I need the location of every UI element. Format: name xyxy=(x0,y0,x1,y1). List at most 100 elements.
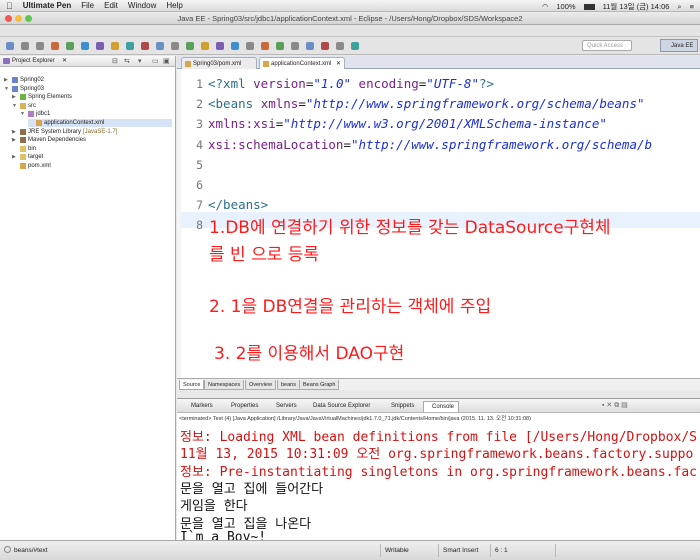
clock[interactable]: 11월 13일 (금) 14:06 xyxy=(603,1,670,12)
toolbar-button-icon[interactable] xyxy=(336,42,344,50)
tab-properties[interactable]: Properties xyxy=(223,401,258,411)
toolbar-button-icon[interactable] xyxy=(261,42,269,50)
quick-access-input[interactable]: Quick Access xyxy=(582,40,632,51)
code-line[interactable]: </beans> xyxy=(208,197,268,212)
line-number: 6 xyxy=(196,178,203,192)
link-editor-icon[interactable]: ⇆ xyxy=(124,56,130,67)
search-icon[interactable]: ⌕ xyxy=(677,2,681,12)
toolbar-button-icon[interactable] xyxy=(321,42,329,50)
status-mode: Writable xyxy=(385,547,409,554)
tree-item[interactable]: ▼ jdbc1 xyxy=(20,110,50,118)
package-icon xyxy=(28,111,34,118)
toolbar-button-icon[interactable] xyxy=(81,42,89,50)
close-tab-icon[interactable]: ✕ xyxy=(336,58,341,70)
tab-beans-graph[interactable]: Beans Graph xyxy=(299,380,340,390)
tab-overview[interactable]: Overview xyxy=(245,380,276,390)
toolbar-button-icon[interactable] xyxy=(351,42,359,50)
menu-file[interactable]: File xyxy=(81,1,94,10)
menu-window[interactable]: Window xyxy=(128,1,156,10)
toolbar-button-icon[interactable] xyxy=(66,42,74,50)
toolbar-button-icon[interactable] xyxy=(126,42,134,50)
explorer-tab[interactable]: Project Explorer ✕ ⊟ ⇆ ▾ ▭ ▣ xyxy=(0,56,175,67)
toolbar-button-icon[interactable] xyxy=(246,42,254,50)
toolbar-button-icon[interactable] xyxy=(276,42,284,50)
minimize-icon[interactable]: ▭ xyxy=(152,56,159,67)
tree-item[interactable]: ▶ Spring02 xyxy=(4,76,44,84)
zoom-window-button[interactable] xyxy=(25,15,32,22)
tree-item[interactable]: ▼ src xyxy=(12,102,36,110)
tab-application-context[interactable]: applicationContext.xml ✕ xyxy=(259,57,345,69)
console-line: 정보: Loading XML bean definitions from fi… xyxy=(180,430,697,445)
collapse-all-icon[interactable]: ⊟ xyxy=(112,56,118,67)
collapsed-arrow-icon[interactable]: ▶ xyxy=(4,76,8,84)
expanded-arrow-icon[interactable]: ▼ xyxy=(4,85,9,93)
tab-source[interactable]: Source xyxy=(179,380,205,390)
tree-item[interactable]: ▶ target xyxy=(12,153,43,161)
collapsed-arrow-icon[interactable]: ▶ xyxy=(12,136,16,144)
toolbar-button-icon[interactable] xyxy=(21,42,29,50)
tree-item[interactable]: ▶ Maven Dependencies xyxy=(12,136,86,144)
tree-item-label: src xyxy=(28,102,36,109)
code-line[interactable]: xsi:schemaLocation="http://www.springfra… xyxy=(208,137,652,152)
tab-markers[interactable]: Markers xyxy=(183,401,213,411)
toolbar-button-icon[interactable] xyxy=(216,42,224,50)
library-icon xyxy=(20,128,26,135)
close-icon[interactable]: ✕ xyxy=(62,56,67,67)
tree-item-label: Spring03 xyxy=(20,85,45,92)
toolbar-button-icon[interactable] xyxy=(156,42,164,50)
code-line[interactable]: <beans xmlns="http://www.springframework… xyxy=(208,96,645,111)
toolbar-button-icon[interactable] xyxy=(231,42,239,50)
tab-beans[interactable]: beans xyxy=(277,380,300,390)
console-view: Markers Properties Servers Data Source E… xyxy=(177,398,700,545)
tab-namespaces[interactable]: Namespaces xyxy=(204,380,245,390)
tab-pom-xml[interactable]: Spring03/pom.xml xyxy=(181,57,257,69)
menu-list-icon[interactable]: ≡ xyxy=(690,2,694,11)
perspective-java-ee[interactable]: Java EE xyxy=(660,39,698,52)
status-divider xyxy=(555,544,556,557)
code-token: xmlns xyxy=(260,96,299,112)
tab-snippets[interactable]: Snippets xyxy=(383,401,414,411)
tree-item[interactable]: pom.xml xyxy=(12,162,51,170)
toolbar-button-icon[interactable] xyxy=(111,42,119,50)
tab-servers[interactable]: Servers xyxy=(268,401,297,411)
clear-console-icon[interactable]: ▪ ✕ ⧉ ▤ xyxy=(602,401,628,410)
expanded-arrow-icon[interactable]: ▼ xyxy=(20,110,25,118)
minimize-window-button[interactable] xyxy=(15,15,22,22)
maximize-icon[interactable]: ▣ xyxy=(163,56,170,67)
tab-data-source-explorer[interactable]: Data Source Explorer xyxy=(305,401,370,411)
toolbar-button-icon[interactable] xyxy=(141,42,149,50)
toolbar-button-icon[interactable] xyxy=(36,42,44,50)
apple-icon[interactable]:  xyxy=(6,1,13,11)
toolbar-button-icon[interactable] xyxy=(51,42,59,50)
code-token: "1.0" xyxy=(313,76,352,91)
code-token: "http://www.w3.org/2001/XMLSchema-instan… xyxy=(283,116,607,132)
menu-help[interactable]: Help xyxy=(166,1,182,10)
tree-item[interactable]: bin xyxy=(12,145,36,153)
xml-file-icon xyxy=(185,61,191,67)
toolbar-button-icon[interactable] xyxy=(171,42,179,50)
toolbar-button-icon[interactable] xyxy=(6,42,14,50)
tab-console[interactable]: Console xyxy=(423,401,460,412)
toolbar-button-icon[interactable] xyxy=(291,42,299,50)
tree-item[interactable]: ▼ Spring03 xyxy=(4,85,44,93)
tree-item[interactable]: ▶ Spring Elements xyxy=(12,93,72,101)
toolbar-button-icon[interactable] xyxy=(201,42,209,50)
expanded-arrow-icon[interactable]: ▼ xyxy=(12,102,17,110)
view-menu-icon[interactable]: ▾ xyxy=(138,56,142,67)
collapsed-arrow-icon[interactable]: ▶ xyxy=(12,128,16,136)
battery-label[interactable]: 100% xyxy=(556,2,575,11)
folder-icon xyxy=(20,154,26,161)
tree-item[interactable]: applicationContext.xml xyxy=(28,119,172,127)
app-menu[interactable]: Ultimate Pen xyxy=(23,1,71,10)
collapsed-arrow-icon[interactable]: ▶ xyxy=(12,153,16,161)
wifi-icon[interactable]: ◠ xyxy=(542,2,549,11)
tree-item[interactable]: ▶ JRE System Library [JavaSE-1.7] xyxy=(12,128,117,136)
menu-edit[interactable]: Edit xyxy=(104,1,118,10)
toolbar-button-icon[interactable] xyxy=(306,42,314,50)
code-line[interactable]: xmlns:xsi="http://www.w3.org/2001/XMLSch… xyxy=(208,116,607,131)
toolbar-button-icon[interactable] xyxy=(186,42,194,50)
toolbar-button-icon[interactable] xyxy=(96,42,104,50)
collapsed-arrow-icon[interactable]: ▶ xyxy=(12,93,16,101)
code-line[interactable]: <?xml version="1.0" encoding="UTF-8"?> xyxy=(208,76,494,91)
close-window-button[interactable] xyxy=(5,15,12,22)
